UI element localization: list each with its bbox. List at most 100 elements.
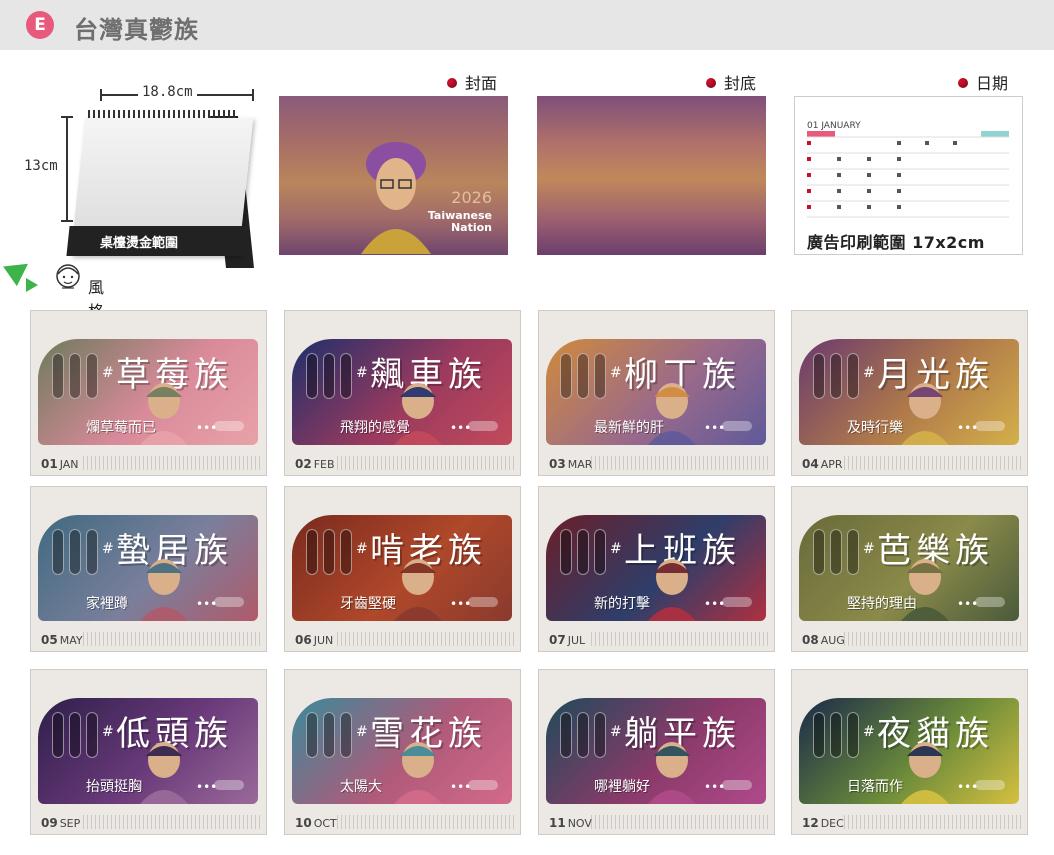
month-card: # 芭樂族堅持的理由 ••• 08 AUG: [791, 486, 1028, 652]
month-artwork: # 芭樂族堅持的理由 •••: [799, 515, 1019, 621]
more-dots-icon: •••: [957, 780, 979, 794]
hash-symbol: #: [863, 541, 875, 557]
month-number: 11: [549, 816, 566, 830]
month-card: # 蟄居族 家裡蹲 ••• 05 MAY: [30, 486, 267, 652]
month-artwork: # 夜貓族 日落而作 •••: [799, 698, 1019, 804]
month-artwork: # 躺平族 哪裡躺好 •••: [546, 698, 766, 804]
red-dot-icon: [447, 78, 457, 88]
tag-pill: [577, 353, 589, 399]
tag-pills: [52, 353, 98, 403]
month-number: 06: [295, 633, 312, 647]
desk-calendar-illustration: 18.8cm 13cm 桌檯燙金範圍: [20, 80, 260, 280]
tag-pill: [52, 712, 64, 758]
month-artwork: # 月光族 及時行樂 •••: [799, 339, 1019, 445]
month-card: # 雪花族 太陽大 ••• 10 OCT: [284, 669, 521, 835]
height-dimension-label: 13cm: [24, 156, 58, 176]
hash-symbol: #: [356, 724, 368, 740]
month-artwork: # 飆車族 飛翔的感覺 •••: [292, 339, 512, 445]
month-abbr: AUG: [820, 634, 845, 647]
month-theme-title: 草莓族: [116, 355, 233, 395]
more-dots-icon: •••: [957, 597, 979, 611]
hash-symbol: #: [356, 365, 368, 381]
tag-pill: [560, 712, 572, 758]
more-dots-icon: •••: [196, 780, 218, 794]
tag-pill: [69, 529, 81, 575]
tag-pill: [577, 529, 589, 575]
day-strip: [83, 815, 261, 829]
character-figure: [901, 383, 949, 445]
month-card: # 上班族 新的打擊 ••• 07 JUL: [538, 486, 775, 652]
month-card: # 月光族 及時行樂 ••• 04 APR: [791, 310, 1028, 476]
month-label: 02 FEB: [295, 457, 335, 471]
month-abbr: JUN: [313, 634, 334, 647]
tag-pills: [813, 353, 859, 403]
month-theme-subtitle: 新的打擊: [594, 596, 650, 612]
month-abbr: MAY: [59, 634, 83, 647]
tag-pill: [340, 353, 352, 399]
month-label: 08 AUG: [802, 633, 845, 647]
month-artwork: # 柳丁族 最新鮮的肝 •••: [546, 339, 766, 445]
height-dimension-cap-bottom: [61, 220, 73, 222]
month-theme-subtitle: 堅持的理由: [847, 596, 917, 612]
more-dots-icon: •••: [450, 780, 472, 794]
cover-label: 封面: [447, 70, 497, 94]
green-arrow-small-icon: [26, 278, 38, 292]
character-figure: [140, 559, 188, 621]
height-dimension-cap-top: [61, 116, 73, 118]
girl-face-icon: [56, 264, 80, 289]
tag-pills: [813, 712, 859, 762]
calendar-spiral-binding: [88, 110, 238, 118]
tag-pills: [560, 712, 606, 762]
month-card: # 躺平族 哪裡躺好 ••• 11 NOV: [538, 669, 775, 835]
hash-symbol: #: [102, 541, 114, 557]
hash-symbol: #: [610, 541, 622, 557]
day-strip: [591, 815, 769, 829]
hash-symbol: #: [610, 365, 622, 381]
hash-symbol: #: [863, 724, 875, 740]
month-theme-title: 柳丁族: [624, 355, 741, 395]
character-figure: [648, 559, 696, 621]
month-label: 05 MAY: [41, 633, 83, 647]
decorative-button: [468, 780, 498, 790]
tag-pill: [69, 353, 81, 399]
day-strip: [591, 456, 769, 470]
hash-symbol: #: [610, 724, 622, 740]
month-artwork: # 啃老族 牙齒堅硬 •••: [292, 515, 512, 621]
month-theme-title: 芭樂族: [877, 531, 994, 571]
decorative-button: [468, 421, 498, 431]
tag-pills: [306, 529, 352, 579]
tag-pills: [813, 529, 859, 579]
cover-subtitle: Taiwanese Nation: [427, 209, 492, 234]
month-abbr: JUL: [567, 634, 586, 647]
month-number: 12: [802, 816, 819, 830]
month-theme-subtitle: 及時行樂: [847, 420, 903, 436]
tag-pills: [560, 529, 606, 579]
month-artwork: # 蟄居族 家裡蹲 •••: [38, 515, 258, 621]
character-figure: [648, 742, 696, 804]
month-theme-subtitle: 抬頭挺胸: [86, 779, 142, 795]
tag-pill: [830, 529, 842, 575]
month-label: 03 MAR: [549, 457, 592, 471]
month-label: 01 JAN: [41, 457, 79, 471]
month-number: 02: [295, 457, 312, 471]
month-theme-subtitle: 最新鮮的肝: [594, 420, 664, 436]
character-figure: [394, 742, 442, 804]
tag-pill: [577, 712, 589, 758]
character-illustration: [361, 142, 431, 254]
month-card: # 啃老族 牙齒堅硬 ••• 06 JUN: [284, 486, 521, 652]
tag-pills: [52, 712, 98, 762]
month-theme-title: 啃老族: [370, 531, 487, 571]
tag-pill: [323, 353, 335, 399]
page-title: 台灣真鬱族: [74, 16, 199, 44]
more-dots-icon: •••: [450, 597, 472, 611]
day-strip: [844, 456, 1022, 470]
more-dots-icon: •••: [957, 421, 979, 435]
month-theme-title: 上班族: [624, 531, 741, 571]
month-artwork: # 上班族 新的打擊 •••: [546, 515, 766, 621]
front-cover-preview: 2026 Taiwanese Nation: [279, 96, 508, 255]
month-abbr: OCT: [313, 817, 337, 830]
tag-pills: [306, 353, 352, 403]
width-dimension-cap-left: [100, 89, 102, 101]
month-theme-title: 蟄居族: [116, 531, 233, 571]
day-strip: [83, 632, 261, 646]
